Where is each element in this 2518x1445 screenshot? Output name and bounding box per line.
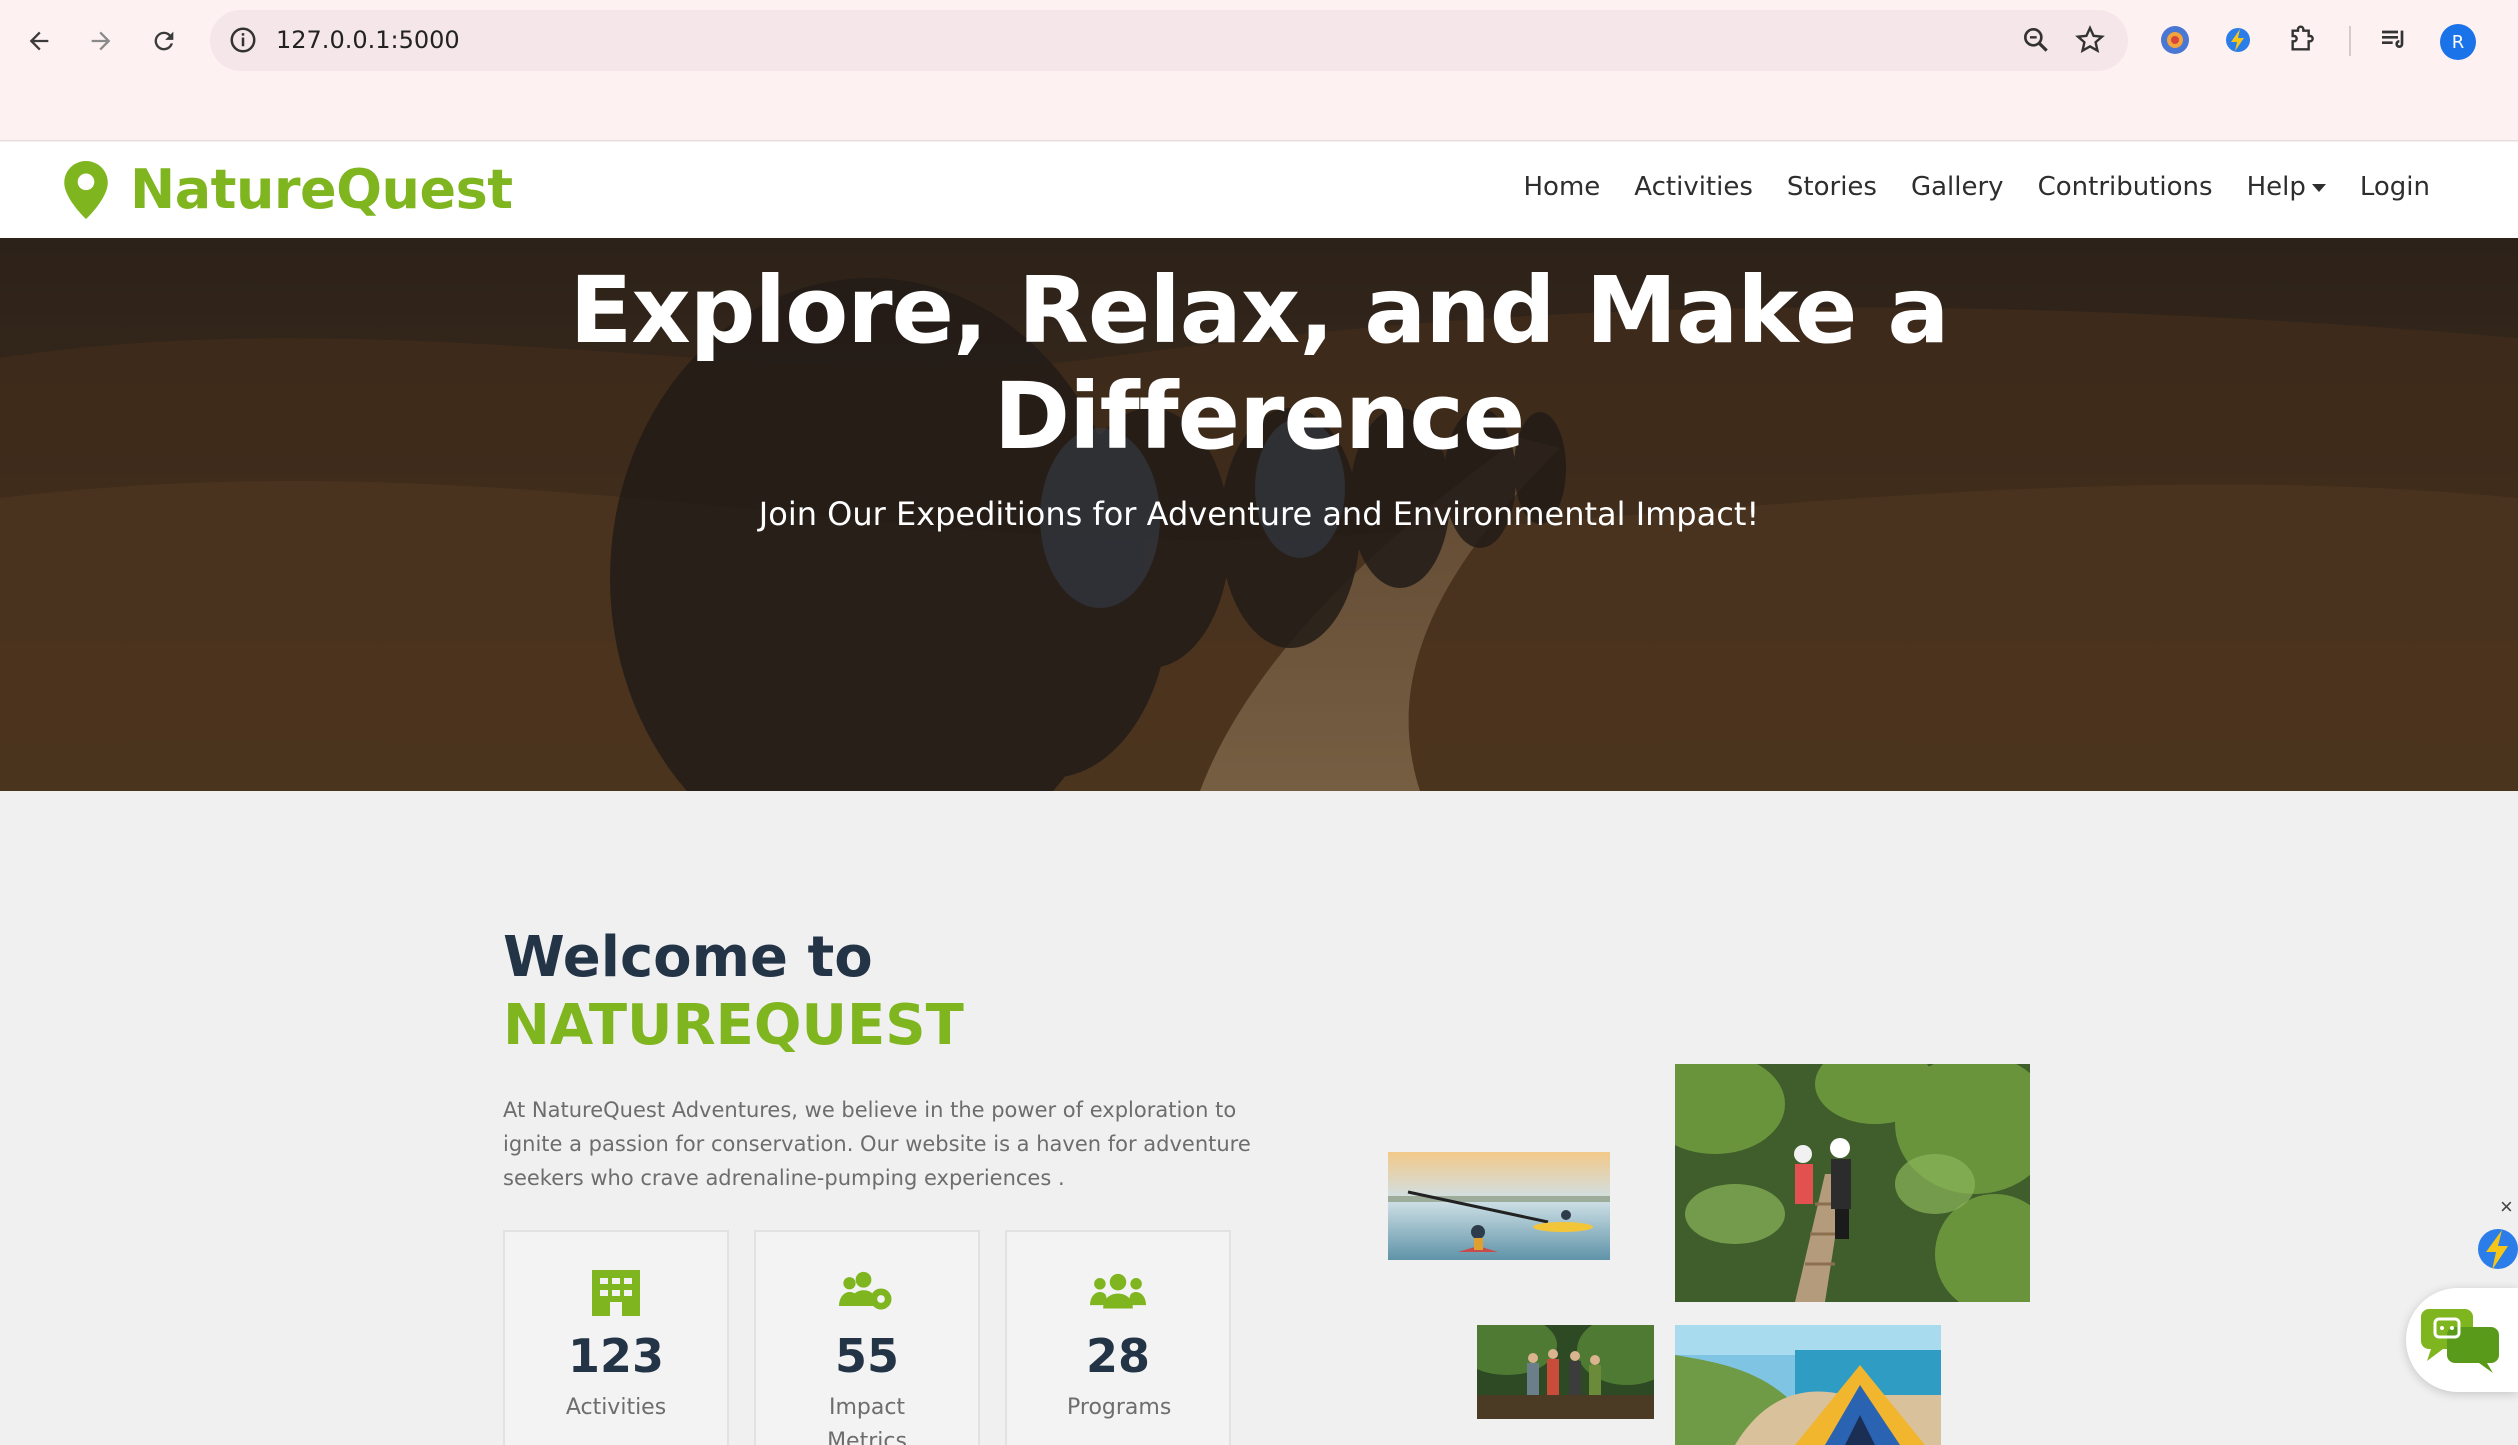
extension-icon[interactable] <box>2157 22 2193 58</box>
main-menu: Home Activities Stories Gallery Contribu… <box>1490 172 2431 202</box>
url-text[interactable]: 127.0.0.1:5000 <box>276 26 460 54</box>
forward-arrow-icon[interactable] <box>80 20 122 62</box>
toolbar-separator <box>2349 26 2351 56</box>
hero-banner: Explore, Relax, and Make a Difference Jo… <box>0 238 2518 791</box>
brand-name: NatureQuest <box>130 158 513 221</box>
kayaking-photo <box>1388 1152 1610 1260</box>
stat-card-activities: 123 Activities <box>503 1230 729 1445</box>
nav-help-dropdown[interactable]: Help <box>2247 172 2326 202</box>
zipline-photo <box>1675 1064 2030 1302</box>
chat-bubbles-icon <box>2421 1309 2499 1373</box>
map-pin-icon <box>64 160 108 219</box>
nav-home[interactable]: Home <box>1524 172 1601 202</box>
site-info-icon[interactable] <box>228 25 258 55</box>
hiking-photo <box>1477 1325 1654 1419</box>
nav-contributions[interactable]: Contributions <box>2038 172 2213 202</box>
stat-card-impact-metrics: 55 Impact Metrics <box>754 1230 980 1445</box>
address-bar[interactable]: 127.0.0.1:5000 <box>210 10 2128 71</box>
back-arrow-icon[interactable] <box>18 20 60 62</box>
hero-subtitle: Join Our Expeditions for Adventure and E… <box>758 495 1760 533</box>
reload-icon[interactable] <box>143 20 185 62</box>
welcome-brand-heading: NATUREQUEST <box>503 993 964 1058</box>
bookmark-star-icon[interactable] <box>2074 24 2106 56</box>
nav-activities[interactable]: Activities <box>1634 172 1753 202</box>
nav-stories[interactable]: Stories <box>1787 172 1877 202</box>
extensions-puzzle-icon[interactable] <box>2284 22 2320 58</box>
brand-logo-link[interactable]: NatureQuest <box>64 158 513 221</box>
nav-gallery[interactable]: Gallery <box>1911 172 2004 202</box>
profile-avatar[interactable]: R <box>2440 24 2476 60</box>
browser-chrome: 127.0.0.1:5000 R <box>0 0 2518 141</box>
stat-label: Activities <box>565 1395 667 1420</box>
site-navbar: NatureQuest Home Activities Stories Gall… <box>0 142 2518 238</box>
zoom-icon[interactable] <box>2020 24 2052 56</box>
close-widget-button[interactable]: × <box>2500 1194 2513 1220</box>
welcome-heading: Welcome to <box>503 925 873 990</box>
building-icon <box>592 1270 640 1316</box>
stat-card-programs: 28 Programs <box>1005 1230 1231 1445</box>
chat-widget-button[interactable] <box>2406 1288 2518 1392</box>
users-cog-icon <box>839 1271 892 1310</box>
reading-list-icon[interactable] <box>2376 22 2412 58</box>
nav-login[interactable]: Login <box>2360 172 2430 202</box>
stat-value: 28 <box>1085 1329 1150 1383</box>
beach-tent-photo <box>1675 1325 1941 1445</box>
caret-down-icon <box>2311 183 2326 192</box>
nav-help-label: Help <box>2246 172 2306 202</box>
stat-label: Programs <box>1067 1395 1172 1420</box>
stat-value: 55 <box>834 1329 899 1383</box>
hero-title: Explore, Relax, and Make a Difference <box>569 257 1949 470</box>
welcome-paragraph: At NatureQuest Adventures, we believe in… <box>503 1098 1251 1190</box>
stat-value: 123 <box>567 1329 665 1383</box>
stat-label: Impact Metrics <box>827 1395 907 1445</box>
bolt-extension-icon[interactable] <box>2220 22 2256 58</box>
users-group-icon <box>1090 1273 1146 1309</box>
bolt-assistant-icon[interactable] <box>2474 1224 2518 1274</box>
